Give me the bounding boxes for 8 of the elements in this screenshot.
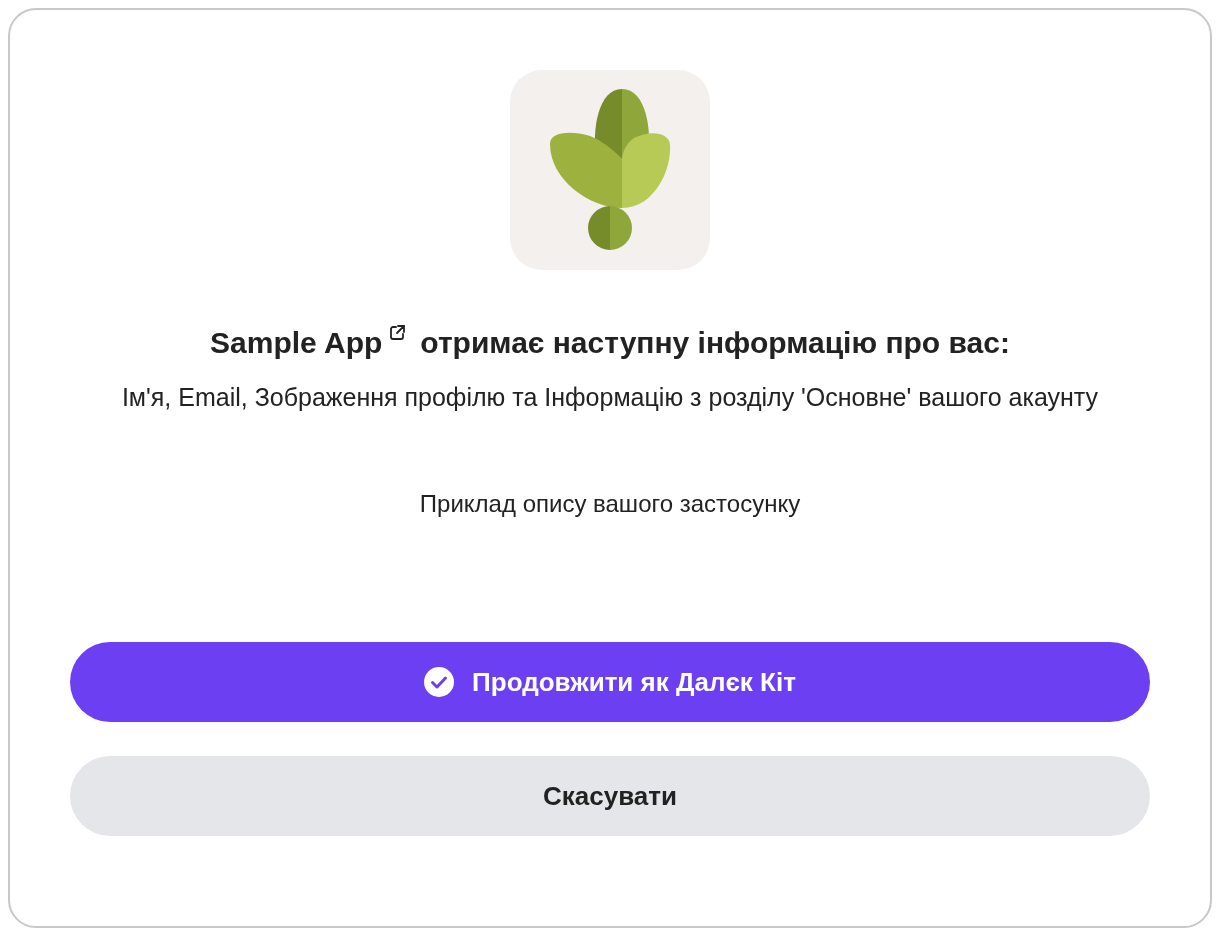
external-link-icon [388, 324, 407, 342]
heading-text: отримає наступну інформацію про вас: [420, 325, 1010, 361]
app-description: Приклад опису вашого застосунку [419, 489, 801, 519]
permissions-text: Ім'я, Email, Зображення профілю та Інформацію з розділу 'Основне' вашого акаунту [120, 382, 1100, 413]
app-link[interactable]: Sample App [210, 320, 407, 365]
cancel-button[interactable]: Скасувати [70, 756, 1150, 836]
check-circle-icon [424, 667, 455, 697]
continue-button[interactable]: Продовжити як Далєк Кіт [70, 642, 1150, 722]
